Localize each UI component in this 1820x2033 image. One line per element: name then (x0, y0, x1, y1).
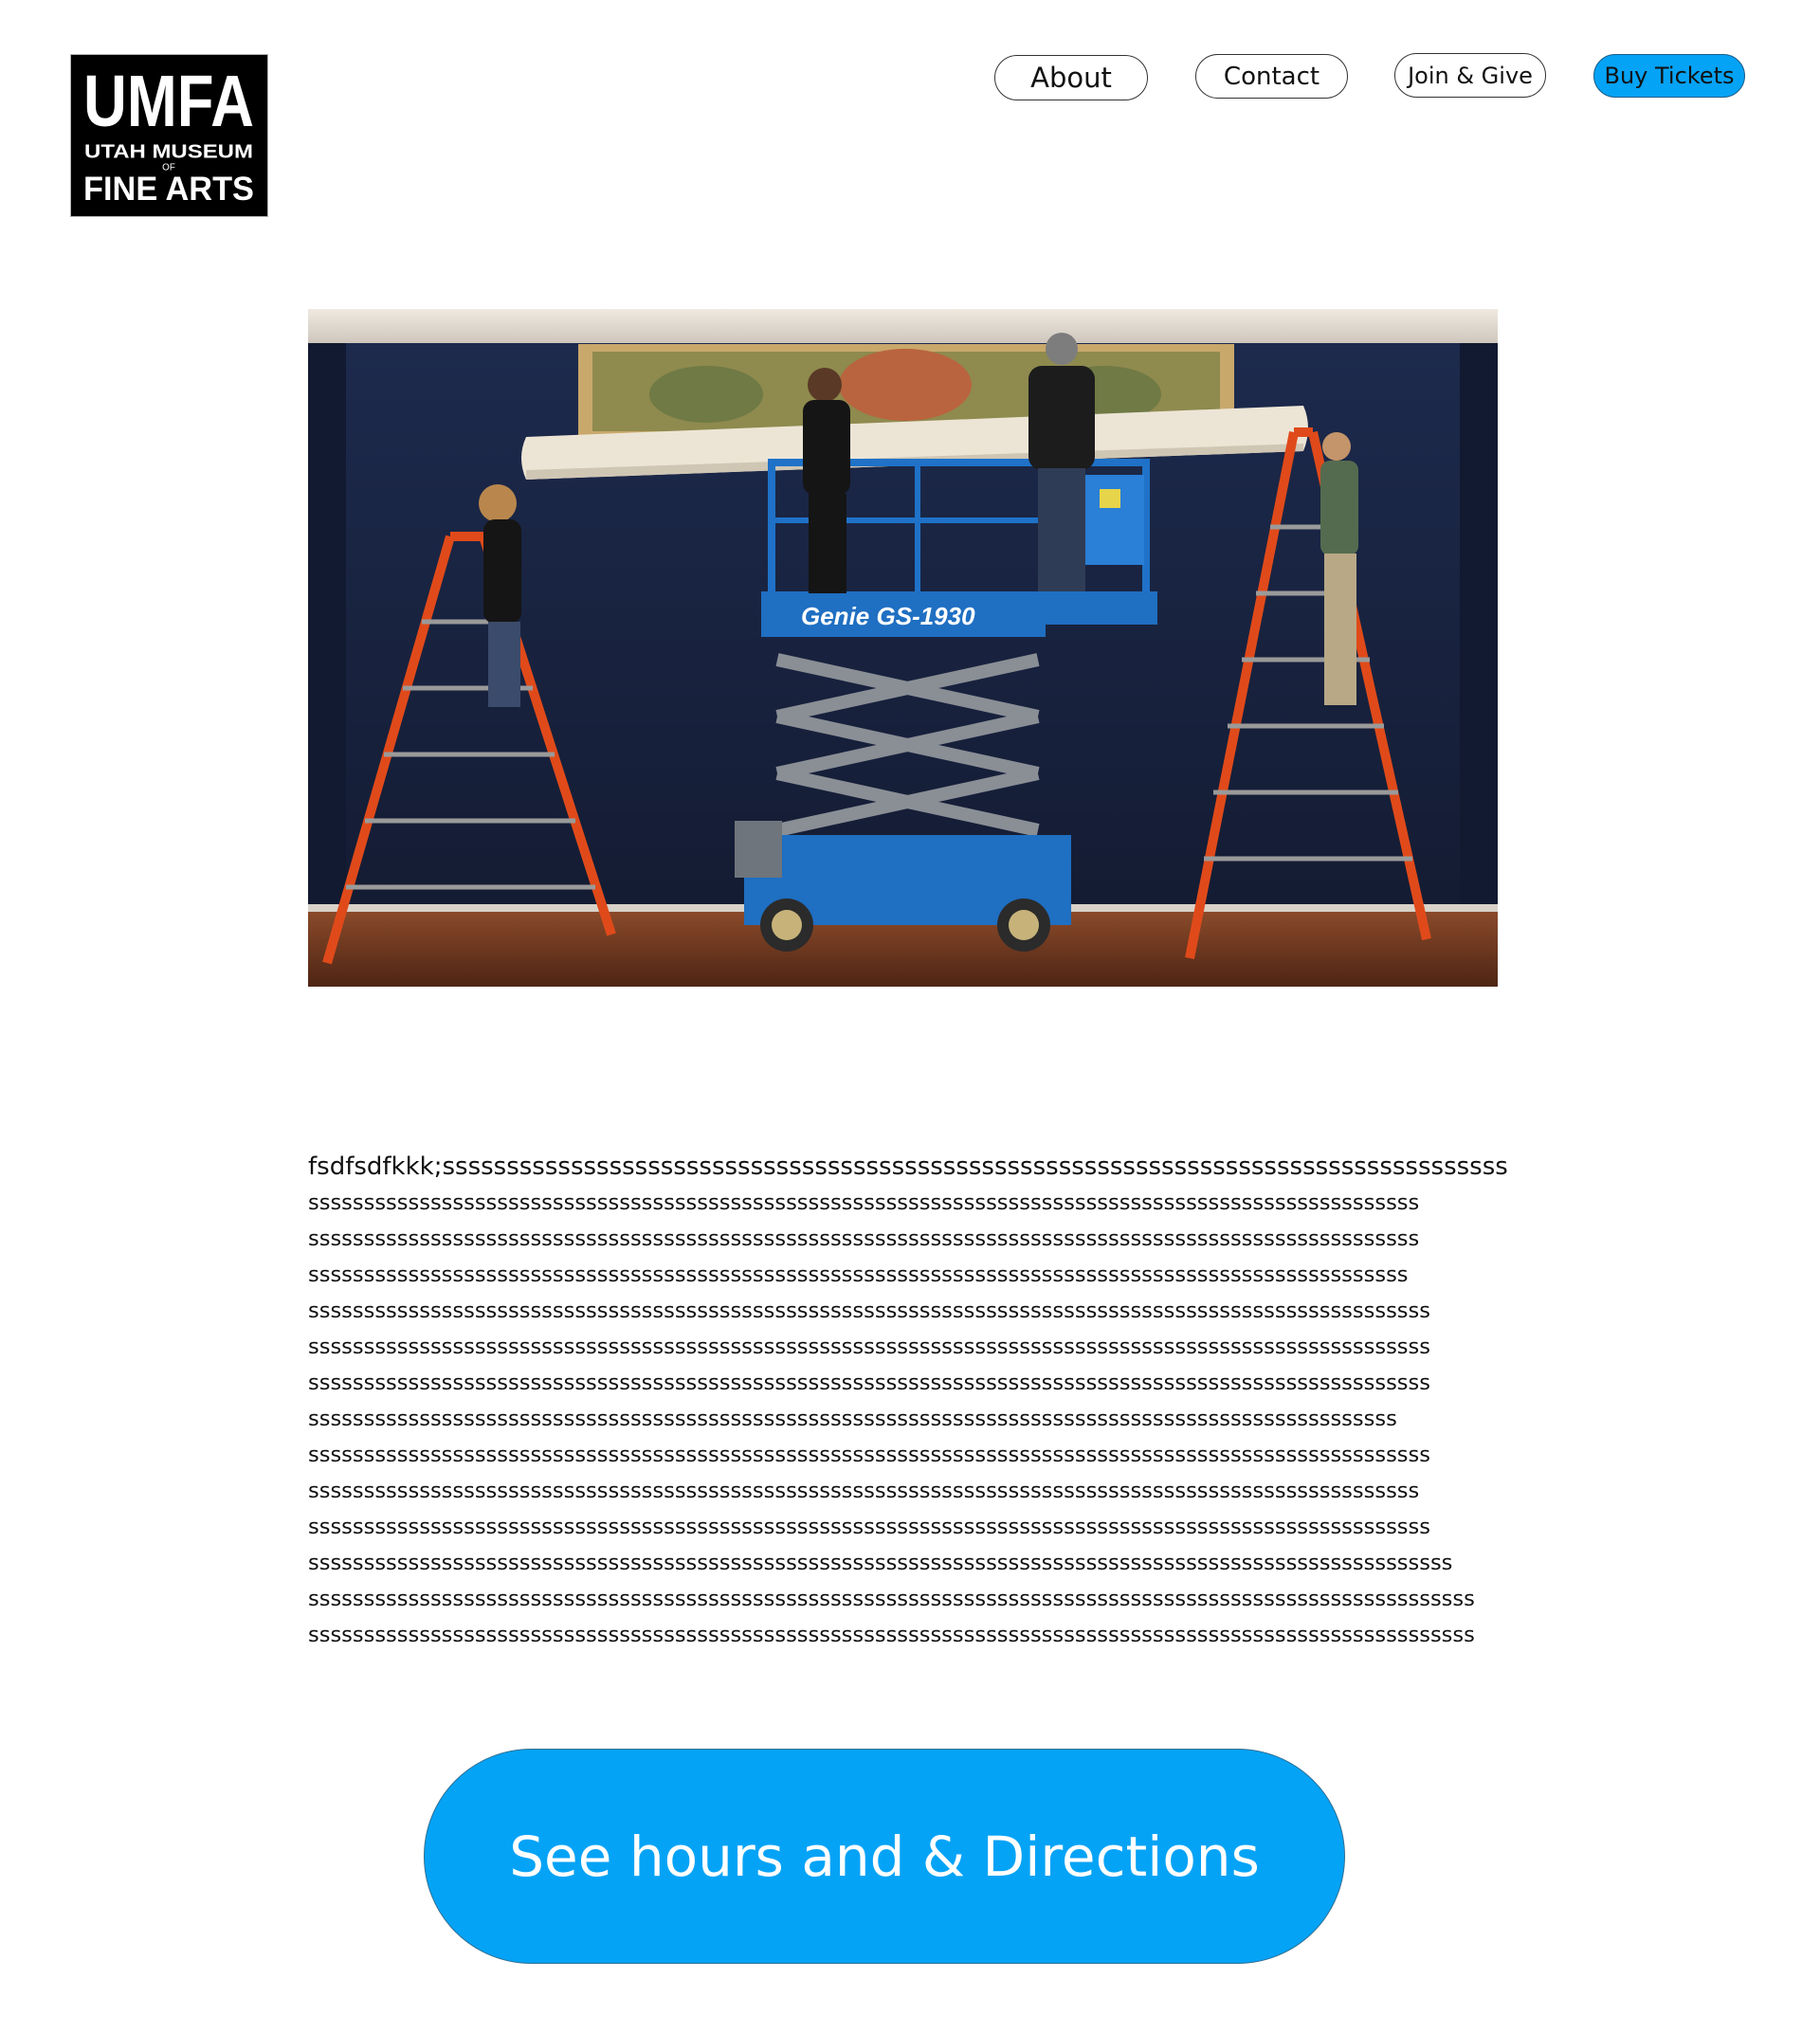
body-text-line: ssssssssssssssssssssssssssssssssssssssss… (308, 1515, 1430, 1539)
body-text-line: ssssssssssssssssssssssssssssssssssssssss… (308, 1370, 1430, 1395)
hero-photo: Genie GS-1930 (308, 309, 1498, 987)
umfa-logo[interactable]: UMFA UTAH MUSEUM OF FINE ARTS (70, 54, 268, 217)
logo-line2-text: FINE ARTS (83, 170, 254, 208)
body-text-line: ssssssssssssssssssssssssssssssssssssssss… (308, 1298, 1430, 1323)
body-text-line: ssssssssssssssssssssssssssssssssssssssss… (308, 1190, 1420, 1215)
body-text-line: ssssssssssssssssssssssssssssssssssssssss… (308, 1551, 1453, 1575)
logo-line1-text: UTAH MUSEUM (84, 141, 253, 163)
nav-buy-tickets-button[interactable]: Buy Tickets (1593, 54, 1745, 98)
body-text-line: ssssssssssssssssssssssssssssssssssssssss… (308, 1334, 1430, 1359)
body-text: fsdfsdfkkk;sssssssssssssssssssssssssssss… (308, 1149, 1540, 1653)
nav-contact-button[interactable]: Contact (1195, 54, 1348, 99)
nav-about-button[interactable]: About (994, 55, 1148, 100)
body-text-line: ssssssssssssssssssssssssssssssssssssssss… (308, 1623, 1475, 1647)
body-text-line: fsdfsdfkkk;sssssssssssssssssssssssssssss… (308, 1153, 1508, 1181)
body-text-line: ssssssssssssssssssssssssssssssssssssssss… (308, 1407, 1397, 1431)
body-text-line: ssssssssssssssssssssssssssssssssssssssss… (308, 1587, 1475, 1611)
body-text-line: ssssssssssssssssssssssssssssssssssssssss… (308, 1226, 1420, 1251)
lift-label-text: Genie GS-1930 (801, 602, 975, 630)
nav-join-give-button[interactable]: Join & Give (1394, 53, 1546, 98)
body-text-line: ssssssssssssssssssssssssssssssssssssssss… (308, 1443, 1430, 1467)
body-text-line: ssssssssssssssssssssssssssssssssssssssss… (308, 1479, 1420, 1503)
hours-directions-button[interactable]: See hours and & Directions (424, 1749, 1345, 1964)
logo-main-text: UMFA (83, 61, 254, 142)
body-text-line: ssssssssssssssssssssssssssssssssssssssss… (308, 1262, 1409, 1287)
